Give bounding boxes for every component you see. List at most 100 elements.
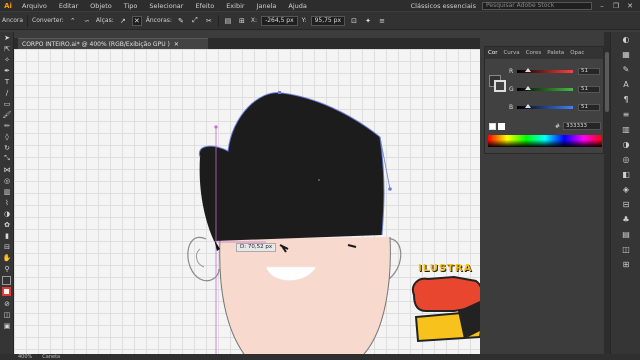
eraser-tool-icon[interactable]: ◊: [0, 131, 14, 142]
color-spectrum[interactable]: [488, 135, 602, 147]
eyedropper-tool-icon[interactable]: ⌇: [0, 197, 14, 208]
menu-arquivo[interactable]: Arquivo: [16, 2, 53, 10]
cut-path-icon[interactable]: ✂: [204, 16, 214, 26]
channel-g-slider[interactable]: [517, 85, 573, 91]
align-icon[interactable]: ▤: [223, 16, 233, 26]
channel-r-value[interactable]: 51: [578, 67, 600, 75]
transform-panel-icon[interactable]: ⊞: [611, 257, 640, 272]
chart-tool-icon[interactable]: ▮: [0, 230, 14, 241]
blend-tool-icon[interactable]: ◑: [0, 208, 14, 219]
close-tab-icon[interactable]: ✕: [174, 41, 179, 48]
paragraph-panel-icon[interactable]: ¶: [611, 92, 640, 107]
channel-b-slider[interactable]: [517, 103, 573, 109]
stroke-color-box[interactable]: [494, 80, 506, 92]
draw-mode-icon[interactable]: ◫: [0, 309, 14, 320]
channel-b-thumb[interactable]: [525, 103, 532, 108]
tab-cores[interactable]: Cores: [523, 50, 545, 56]
shape-builder-tool-icon[interactable]: ◎: [0, 175, 14, 186]
stroke-swatch[interactable]: [2, 287, 11, 296]
hex-value-field[interactable]: 333333: [563, 122, 601, 130]
recolor-icon[interactable]: ✦: [363, 16, 373, 26]
symbols-panel-icon[interactable]: ♣: [611, 212, 640, 227]
stock-search-input[interactable]: Pesquisar Adobe Stock: [482, 1, 592, 10]
isolate-icon[interactable]: ⊡: [349, 16, 359, 26]
convert-smooth-icon[interactable]: ∽: [82, 16, 92, 26]
brushes-panel-icon[interactable]: ✎: [611, 62, 640, 77]
menu-editar[interactable]: Editar: [53, 2, 84, 10]
none-swatch-icon[interactable]: [489, 122, 496, 130]
pathfinder-panel-icon[interactable]: ◫: [611, 242, 640, 257]
tab-opac[interactable]: Opac: [567, 50, 587, 56]
document-tab[interactable]: CORPO INTEIRO.ai* @ 400% (RGB/Exibição G…: [18, 38, 208, 49]
menu-objeto[interactable]: Objeto: [84, 2, 118, 10]
x-position-field[interactable]: -264,5 px: [261, 15, 298, 26]
anchor-point[interactable]: [278, 91, 281, 94]
rotate-tool-icon[interactable]: ↻: [0, 142, 14, 153]
zoom-tool-icon[interactable]: ⚲: [0, 263, 14, 274]
panel-options-icon[interactable]: ≡: [377, 16, 387, 26]
stroke-panel-icon[interactable]: ≡: [611, 107, 640, 122]
remove-anchor-icon[interactable]: ✎: [176, 16, 186, 26]
white-swatch-icon[interactable]: [498, 122, 505, 130]
channel-r-thumb[interactable]: [525, 67, 532, 72]
workspace-switcher[interactable]: Clássicos essenciais: [411, 2, 476, 10]
graphic-styles-panel-icon[interactable]: ◧: [611, 167, 640, 182]
channel-b[interactable]: B 51: [509, 103, 603, 111]
selection-tool-icon[interactable]: ➤: [0, 32, 14, 43]
direct-selection-tool-icon[interactable]: ⇱: [0, 43, 14, 54]
artboards-panel-icon[interactable]: ⊟: [611, 197, 640, 212]
color-panel-icon[interactable]: ◐: [611, 32, 640, 47]
gradient-panel-icon[interactable]: ▥: [611, 122, 640, 137]
menu-efeito[interactable]: Efeito: [189, 2, 220, 10]
menu-tipo[interactable]: Tipo: [118, 2, 144, 10]
pencil-tool-icon[interactable]: ✏: [0, 120, 14, 131]
appearance-panel-icon[interactable]: ◎: [611, 152, 640, 167]
menu-ajuda[interactable]: Ajuda: [282, 2, 312, 10]
artboard-canvas[interactable]: ILUSTRA DESING: [14, 49, 480, 354]
pen-tool-icon[interactable]: ✒: [0, 65, 14, 76]
type-tool-icon[interactable]: T: [0, 76, 14, 87]
transform-icon[interactable]: ⊞: [237, 16, 247, 26]
width-tool-icon[interactable]: ⋈: [0, 164, 14, 175]
scrollbar-thumb[interactable]: [605, 52, 609, 112]
tab-curva[interactable]: Curva: [500, 50, 522, 56]
layers-panel-icon[interactable]: ◈: [611, 182, 640, 197]
path-handle-point[interactable]: [388, 187, 392, 191]
channel-r[interactable]: R 51: [509, 67, 603, 75]
paintbrush-tool-icon[interactable]: 🖌: [0, 109, 14, 120]
gradient-tool-icon[interactable]: ▥: [0, 186, 14, 197]
hand-tool-icon[interactable]: ✋: [0, 252, 14, 263]
fill-swatch[interactable]: [2, 276, 11, 285]
y-position-field[interactable]: 95,75 px: [310, 15, 346, 26]
zoom-level[interactable]: 400%: [18, 354, 32, 360]
close-icon[interactable]: ✕: [626, 2, 634, 10]
hide-handles-icon[interactable]: ✕: [131, 15, 142, 26]
maximize-icon[interactable]: ❐: [612, 2, 620, 10]
channel-g-thumb[interactable]: [525, 85, 532, 90]
magic-wand-tool-icon[interactable]: ✧: [0, 54, 14, 65]
minimize-icon[interactable]: –: [598, 2, 606, 10]
convert-corner-icon[interactable]: ⌃: [68, 16, 78, 26]
none-color-icon[interactable]: ⊘: [0, 298, 14, 309]
channel-r-slider[interactable]: [517, 67, 573, 73]
menu-selecionar[interactable]: Selecionar: [143, 2, 189, 10]
screen-mode-icon[interactable]: ▣: [0, 320, 14, 331]
symbol-sprayer-tool-icon[interactable]: ✿: [0, 219, 14, 230]
swatches-panel-icon[interactable]: ▦: [611, 47, 640, 62]
menu-exibir[interactable]: Exibir: [220, 2, 250, 10]
rectangle-tool-icon[interactable]: ▭: [0, 98, 14, 109]
connect-anchor-icon[interactable]: ⤢: [190, 16, 200, 26]
line-tool-icon[interactable]: /: [0, 87, 14, 98]
character-panel-icon[interactable]: A: [611, 77, 640, 92]
tab-paleta[interactable]: Paleta: [544, 50, 567, 56]
channel-g-value[interactable]: 51: [578, 85, 600, 93]
menu-janela[interactable]: Janela: [251, 2, 283, 10]
artboard-tool-icon[interactable]: ⊟: [0, 241, 14, 252]
scale-tool-icon[interactable]: ⤡: [0, 153, 14, 164]
transparency-panel-icon[interactable]: ◑: [611, 137, 640, 152]
channel-b-value[interactable]: 51: [578, 103, 600, 111]
show-handles-icon[interactable]: ↗: [118, 16, 128, 26]
channel-g[interactable]: G 51: [509, 85, 603, 93]
align-panel-icon[interactable]: ▤: [611, 227, 640, 242]
tab-cor[interactable]: Cor: [485, 50, 500, 56]
